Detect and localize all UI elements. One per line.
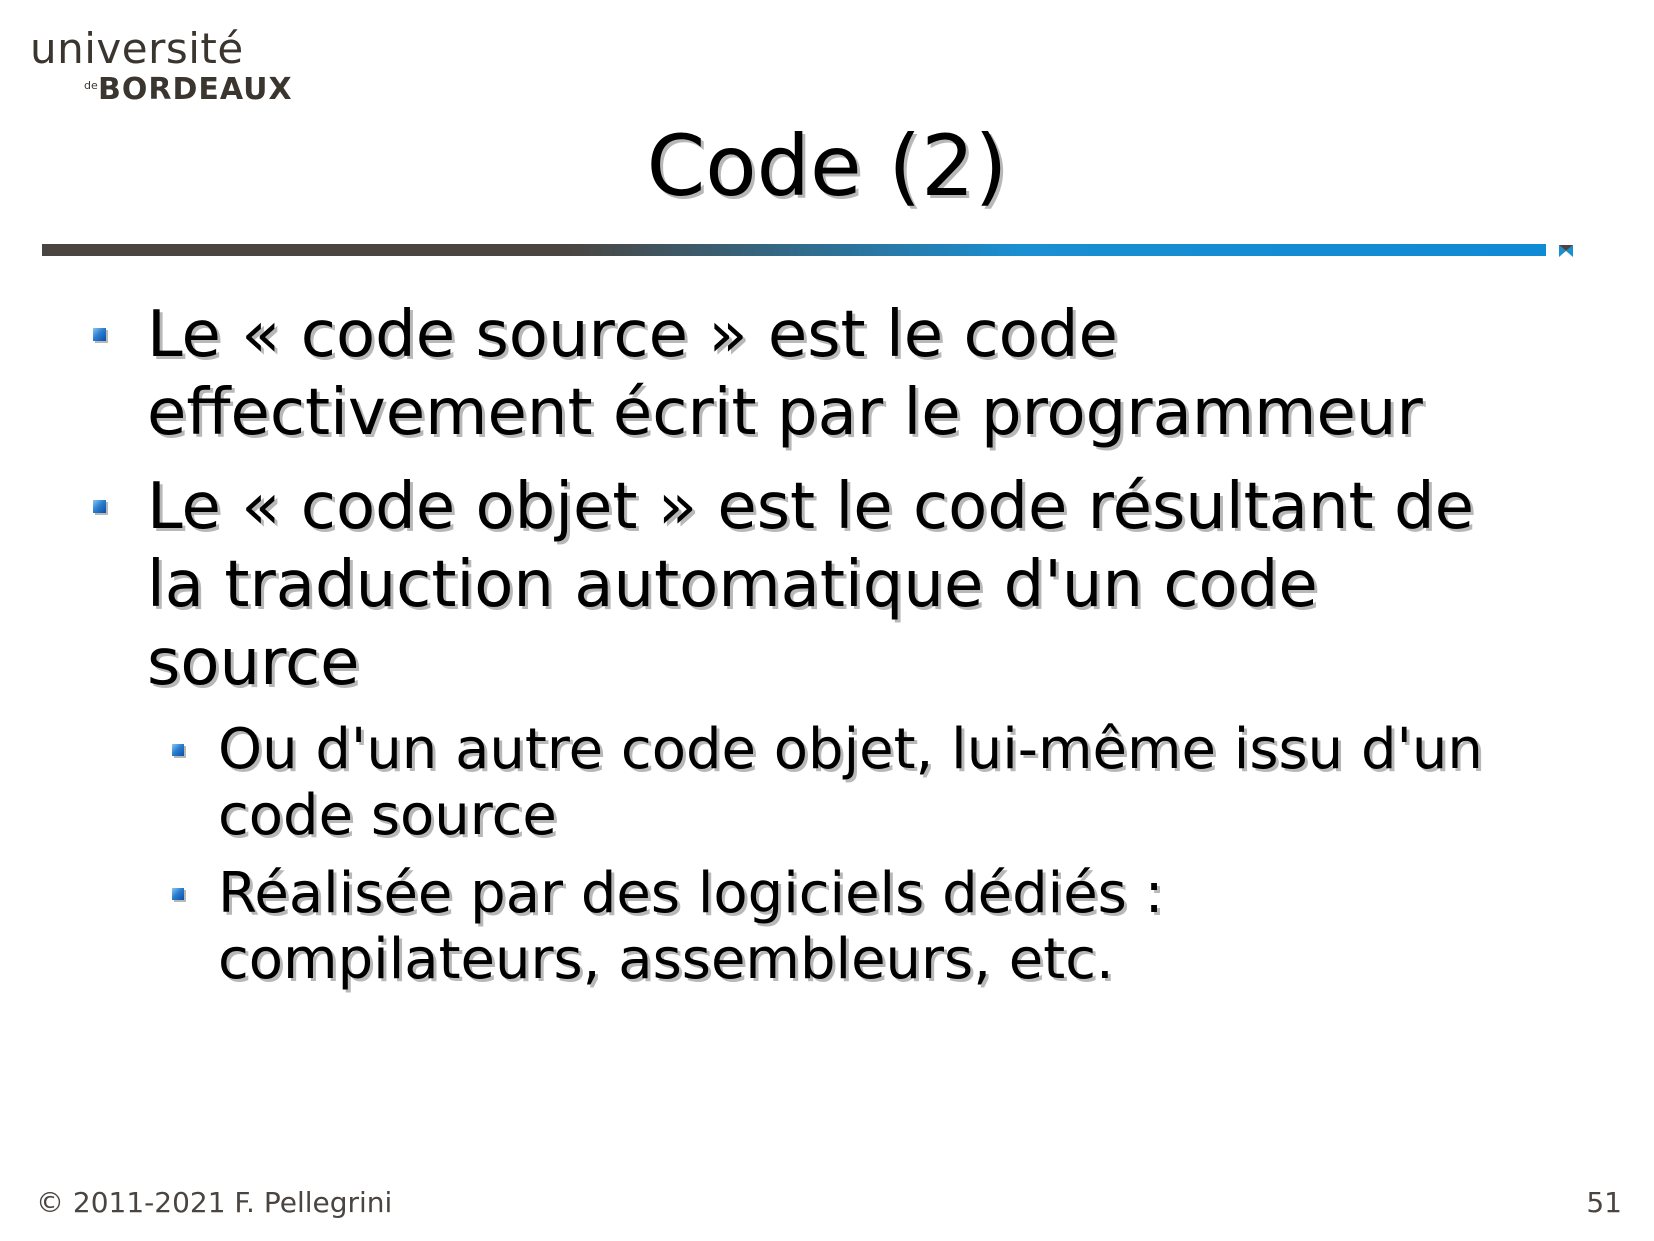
bullet-2-line-2: la traduction automatique d'un code	[147, 548, 1318, 622]
logo-de-text: de	[84, 79, 98, 92]
footer-page-number: 51	[1586, 1186, 1622, 1219]
bullet-marker-icon	[93, 328, 106, 341]
logo-universite-text: université	[30, 24, 244, 73]
bullet-marker-icon	[93, 500, 106, 513]
divider-end-mark-icon	[1558, 244, 1574, 258]
footer-copyright: © 2011-2021 F. Pellegrini	[36, 1186, 393, 1219]
slide-title: Code (2)	[646, 117, 1008, 215]
sub-bullet-2-line-2: compilateurs, assembleurs, etc.	[218, 927, 1114, 992]
sub-bullet-1-line-2: code source	[218, 783, 557, 848]
sub-bullet-marker-icon	[172, 744, 184, 756]
title-divider-rule	[42, 244, 1546, 256]
bullet-2-line-3: source	[147, 626, 360, 700]
sub-bullet-marker-icon	[172, 888, 184, 900]
bullet-2-line-1: Le « code objet » est le code résultant …	[147, 470, 1474, 544]
logo-bordeaux-text: BORDEAUX	[98, 72, 293, 107]
sub-bullet-1-line-1: Ou d'un autre code objet, lui-même issu …	[218, 717, 1483, 782]
university-logo: université de BORDEAUX	[30, 24, 292, 108]
bullet-1-line-1: Le « code source » est le code	[147, 298, 1118, 372]
sub-bullet-2-line-1: Réalisée par des logiciels dédiés :	[218, 861, 1164, 926]
bullet-1-line-2: effectivement écrit par le programmeur	[147, 376, 1423, 450]
